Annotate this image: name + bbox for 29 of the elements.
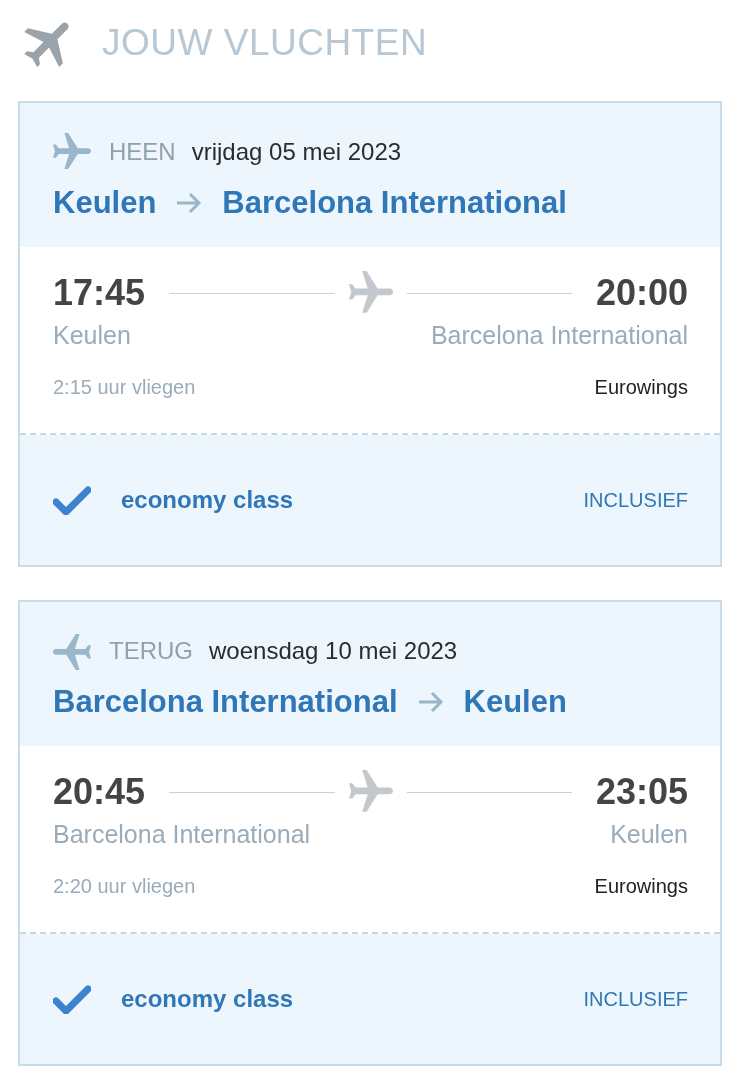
departure-city: Keulen <box>53 321 131 350</box>
flight-date: vrijdag 05 mei 2023 <box>191 138 402 166</box>
route-destination: Keulen <box>463 684 567 720</box>
departure-time: 20:45 <box>53 771 146 813</box>
arrival-city: Keulen <box>610 820 688 849</box>
airplane-icon <box>348 770 393 814</box>
departure-time: 17:45 <box>53 272 146 314</box>
page-title: JOUW VLUCHTEN <box>102 22 428 64</box>
arrival-city: Barcelona International <box>430 321 688 350</box>
flight-duration: 2:15 uur vliegen <box>53 376 196 399</box>
route-origin: Barcelona International <box>53 684 398 720</box>
flight-duration: 2:20 uur vliegen <box>53 875 196 898</box>
fare-class: economy class <box>121 985 295 1013</box>
flight-date: woensdag 10 mei 2023 <box>209 637 458 665</box>
fare-status: INCLUSIEF <box>583 488 688 512</box>
arrow-icon <box>417 691 444 713</box>
direction-label: TERUG <box>109 637 193 665</box>
arrival-time: 23:05 <box>595 771 688 813</box>
departure-city: Barcelona International <box>53 820 311 849</box>
airline-name: Eurowings <box>594 875 688 898</box>
arrow-icon <box>176 192 203 214</box>
route-origin: Keulen <box>53 185 157 221</box>
fare-class: economy class <box>121 486 295 514</box>
route-destination: Barcelona International <box>222 185 567 221</box>
direction-label: HEEN <box>109 138 176 166</box>
fare-status: INCLUSIEF <box>583 987 688 1011</box>
airplane-icon <box>348 271 393 315</box>
arrival-time: 20:00 <box>595 272 688 314</box>
airline-name: Eurowings <box>594 376 688 399</box>
